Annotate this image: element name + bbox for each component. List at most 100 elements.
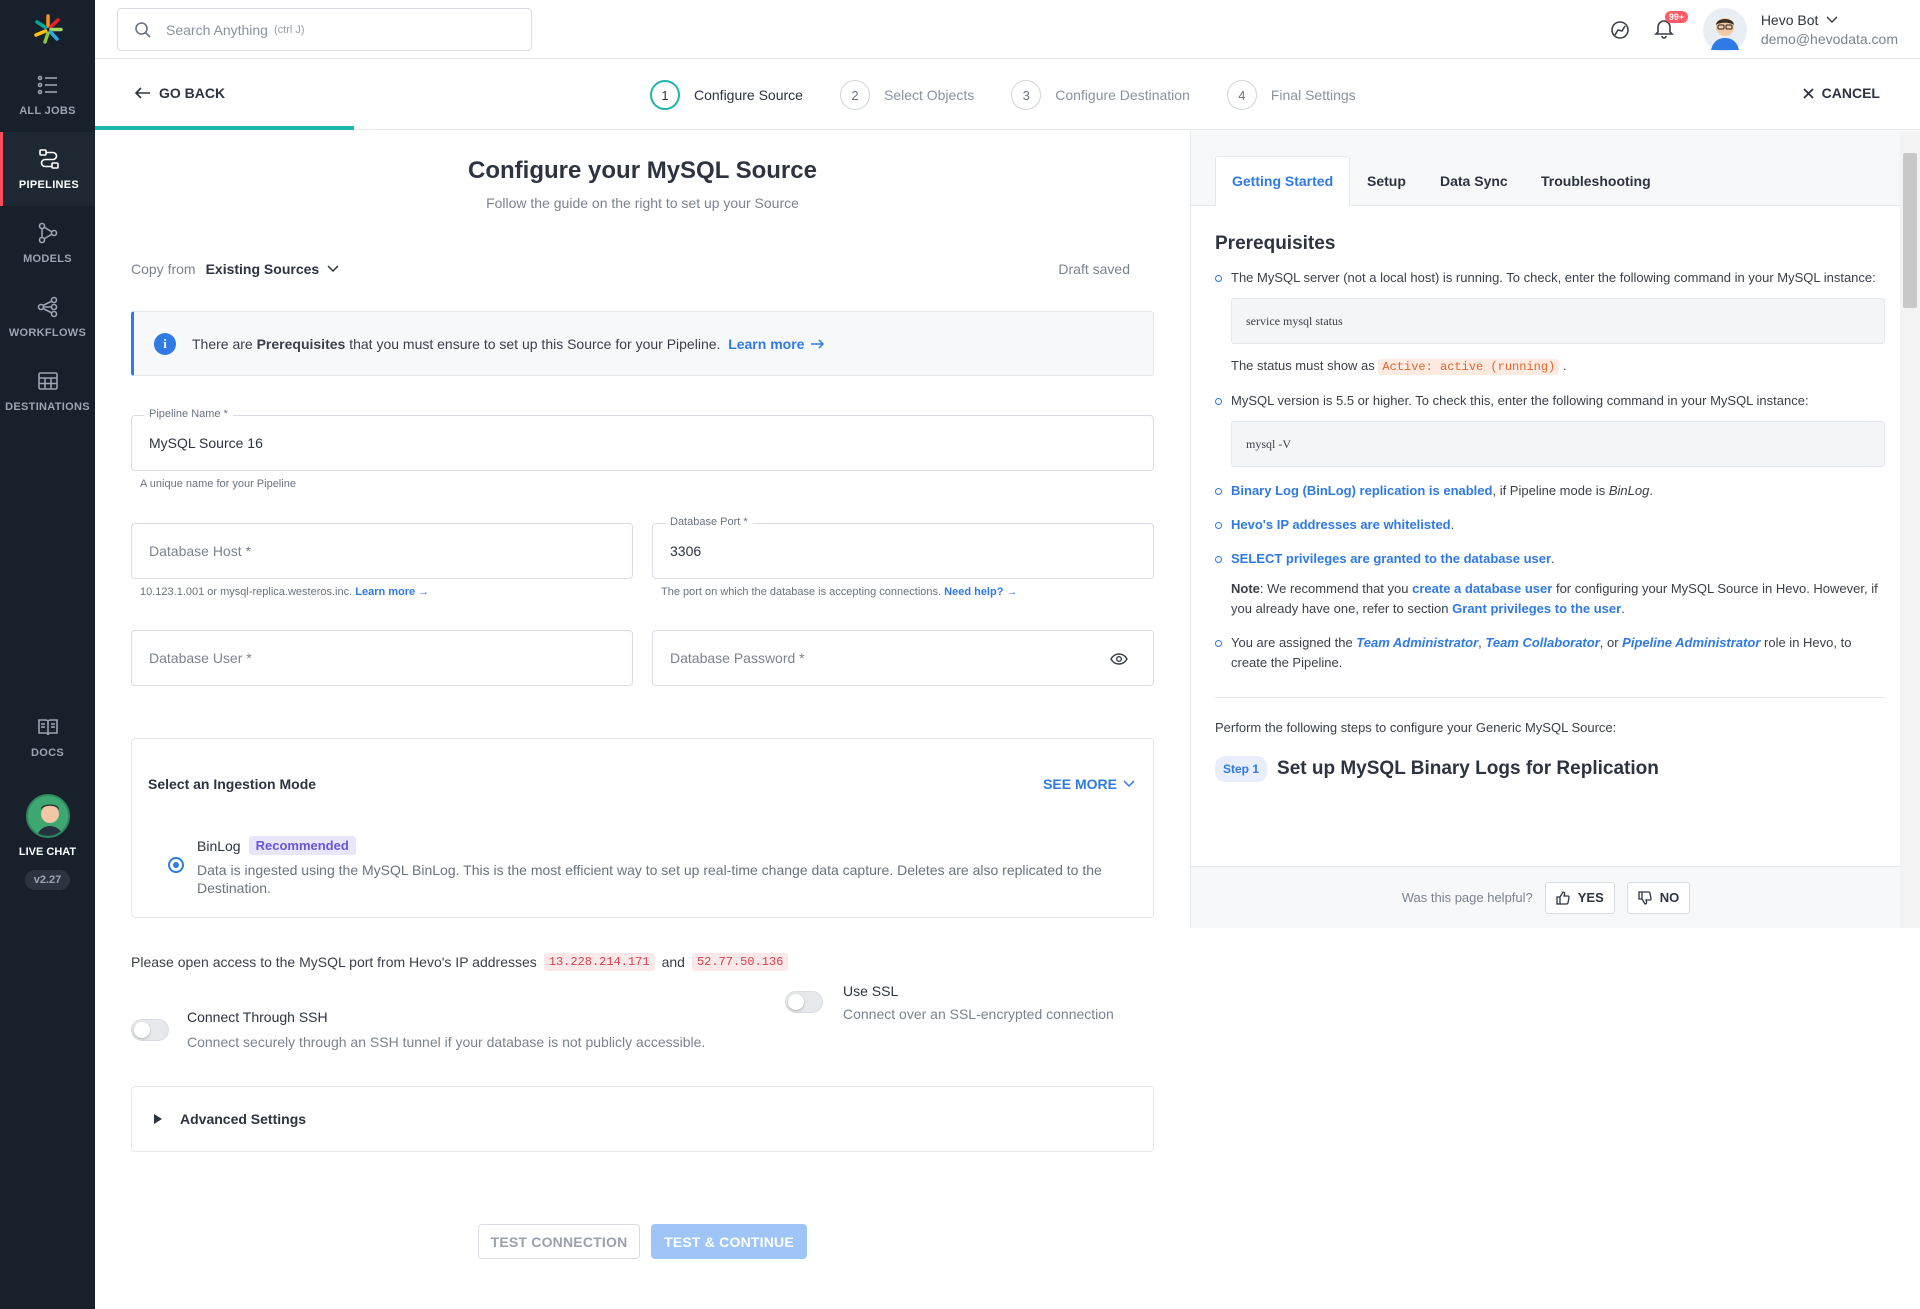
grant-privileges-link[interactable]: Grant privileges to the user xyxy=(1452,601,1621,616)
sidebar-item-docs[interactable]: DOCS xyxy=(0,700,95,774)
chevron-down-icon xyxy=(1123,780,1135,788)
tab-setup[interactable]: Setup xyxy=(1367,156,1406,206)
database-host-placeholder: Database Host * xyxy=(149,543,251,559)
ssh-title: Connect Through SSH xyxy=(187,1009,328,1025)
sidebar-item-all-jobs[interactable]: ALL JOBS xyxy=(0,58,95,132)
go-back-button[interactable]: GO BACK xyxy=(135,85,225,101)
database-port-helper-text: The port on which the database is accept… xyxy=(661,586,942,598)
binlog-description: Data is ingested using the MySQL BinLog.… xyxy=(197,862,1102,896)
ssh-toggle[interactable] xyxy=(131,1019,169,1041)
database-user-field[interactable]: Database User * xyxy=(131,630,633,686)
ingestion-mode-title: Select an Ingestion Mode xyxy=(148,776,317,792)
step-configure-destination: 3 Configure Destination xyxy=(1011,80,1190,110)
prereq-item-text: The MySQL server (not a local host) is r… xyxy=(1231,270,1876,285)
doc-tabs: Getting Started Setup Data Sync Troubles… xyxy=(1191,131,1901,206)
sidebar-item-label: MODELS xyxy=(23,253,72,265)
user-menu[interactable]: Hevo Bot demo@hevodata.com xyxy=(1702,7,1898,52)
prereq-link-label: Learn more xyxy=(728,335,805,352)
prereq-item: You are assigned the Team Administrator,… xyxy=(1215,633,1885,673)
copy-from-dropdown[interactable]: Existing Sources xyxy=(206,261,340,277)
sidebar-item-workflows[interactable]: WORKFLOWS xyxy=(0,280,95,354)
select-privileges-link[interactable]: SELECT privileges are granted to the dat… xyxy=(1231,551,1551,566)
workflows-icon xyxy=(37,296,57,318)
advanced-settings-label: Advanced Settings xyxy=(180,1111,307,1127)
sidebar-item-models[interactable]: MODELS xyxy=(0,206,95,280)
recommended-badge: Recommended xyxy=(248,836,356,855)
pipeline-admin-link[interactable]: Pipeline Administrator xyxy=(1622,635,1760,650)
info-icon: i xyxy=(154,332,176,355)
database-port-label: Database Port * xyxy=(665,516,753,528)
book-icon xyxy=(37,719,58,736)
tab-getting-started[interactable]: Getting Started xyxy=(1215,156,1351,206)
test-and-continue-button[interactable]: TEST & CONTINUE xyxy=(651,1224,807,1259)
database-host-learn-more-link[interactable]: Learn more → xyxy=(355,586,429,598)
tab-troubleshooting[interactable]: Troubleshooting xyxy=(1541,156,1651,206)
step-title: Set up MySQL Binary Logs for Replication xyxy=(1277,758,1659,779)
create-user-link[interactable]: create a database user xyxy=(1412,581,1552,596)
doc-scrollbar[interactable] xyxy=(1900,131,1920,928)
database-host-field[interactable]: Database Host * xyxy=(131,523,633,579)
user-name: Hevo Bot xyxy=(1760,12,1819,28)
user-email: demo@hevodata.com xyxy=(1760,31,1898,47)
binlog-radio[interactable] xyxy=(168,857,184,873)
search-shortcut: (ctrl J) xyxy=(273,23,305,36)
database-port-field[interactable]: Database Port * 3306 xyxy=(652,516,1154,579)
ip-address-2: 52.77.50.136 xyxy=(691,953,789,971)
ip-whitelist-note: Please open access to the MySQL port fro… xyxy=(131,953,789,971)
database-port-help-link[interactable]: Need help? → xyxy=(944,586,1017,598)
test-connection-button[interactable]: TEST CONNECTION xyxy=(478,1224,640,1259)
see-more-button[interactable]: SEE MORE xyxy=(1043,776,1135,792)
ssl-toggle[interactable] xyxy=(785,991,823,1013)
notifications-button[interactable]: 99+ xyxy=(1653,11,1689,42)
search-input[interactable]: Search Anything (ctrl J) xyxy=(117,8,532,51)
step-select-objects: 2 Select Objects xyxy=(839,80,975,110)
advanced-settings-toggle[interactable]: Advanced Settings xyxy=(131,1086,1154,1152)
arrow-right-icon xyxy=(811,338,825,349)
sidebar-item-label: PIPELINES xyxy=(18,179,80,191)
pipeline-name-value: MySQL Source 16 xyxy=(149,435,263,451)
hevo-logo[interactable] xyxy=(0,0,95,58)
prereq-item-text: , or xyxy=(1599,635,1619,650)
prereq-learn-more-link[interactable]: Learn more xyxy=(728,335,825,352)
step-number: 1 xyxy=(650,80,680,110)
see-more-label: SEE MORE xyxy=(1043,776,1117,792)
live-chat-label: LIVE CHAT xyxy=(18,846,77,858)
binlog-link[interactable]: Binary Log (BinLog) replication is enabl… xyxy=(1231,483,1492,498)
step-label: Configure Source xyxy=(694,87,803,103)
pipeline-name-field[interactable]: Pipeline Name * MySQL Source 16 xyxy=(131,408,1154,471)
user-avatar xyxy=(1702,7,1747,52)
eye-icon[interactable] xyxy=(1110,653,1128,665)
team-collaborator-link[interactable]: Team Collaborator xyxy=(1485,635,1599,650)
prereq-item: The MySQL server (not a local host) is r… xyxy=(1215,268,1885,377)
live-chat-button[interactable]: LIVE CHAT v2.27 xyxy=(0,794,95,890)
cancel-button[interactable]: CANCEL xyxy=(1803,85,1880,101)
yes-label: YES xyxy=(1577,890,1604,905)
chevron-down-icon xyxy=(1826,16,1838,24)
step-heading: Step 1 Set up MySQL Binary Logs for Repl… xyxy=(1215,756,1885,782)
announcements-icon[interactable] xyxy=(1609,19,1631,41)
team-admin-link[interactable]: Team Administrator xyxy=(1356,635,1478,650)
yes-button[interactable]: YES xyxy=(1544,881,1615,914)
tab-data-sync[interactable]: Data Sync xyxy=(1440,156,1508,206)
caret-right-icon xyxy=(154,1114,162,1124)
thumbs-up-icon xyxy=(1556,890,1570,905)
prereq-text-after: that you must ensure to set up this Sour… xyxy=(349,335,721,352)
prereq-text-before: There are xyxy=(192,335,253,352)
binlog-option: BinLog Recommended xyxy=(197,836,356,855)
doc-note: Note: We recommend that you create a dat… xyxy=(1231,581,1878,616)
sidebar-item-pipelines[interactable]: PIPELINES xyxy=(0,132,95,206)
database-password-field[interactable]: Database Password * xyxy=(652,630,1154,686)
sidebar-item-destinations[interactable]: DESTINATIONS xyxy=(0,354,95,428)
no-button[interactable]: NO xyxy=(1626,881,1691,914)
ip-whitelist-link[interactable]: Hevo's IP addresses are whitelisted xyxy=(1231,517,1451,532)
sidebar-item-label: WORKFLOWS xyxy=(8,327,87,339)
scrollbar-thumb[interactable] xyxy=(1903,153,1917,308)
prereq-item-text: You are assigned the xyxy=(1231,635,1353,650)
doc-content: Prerequisites The MySQL server (not a lo… xyxy=(1215,206,1885,866)
database-host-helper: 10.123.1.001 or mysql-replica.westeros.i… xyxy=(140,586,429,598)
version-badge: v2.27 xyxy=(24,870,71,890)
docs-label: DOCS xyxy=(31,747,64,759)
prereq-item: MySQL version is 5.5 or higher. To check… xyxy=(1215,391,1885,467)
notification-badge: 99+ xyxy=(1664,11,1689,23)
step-label: Select Objects xyxy=(883,87,975,103)
